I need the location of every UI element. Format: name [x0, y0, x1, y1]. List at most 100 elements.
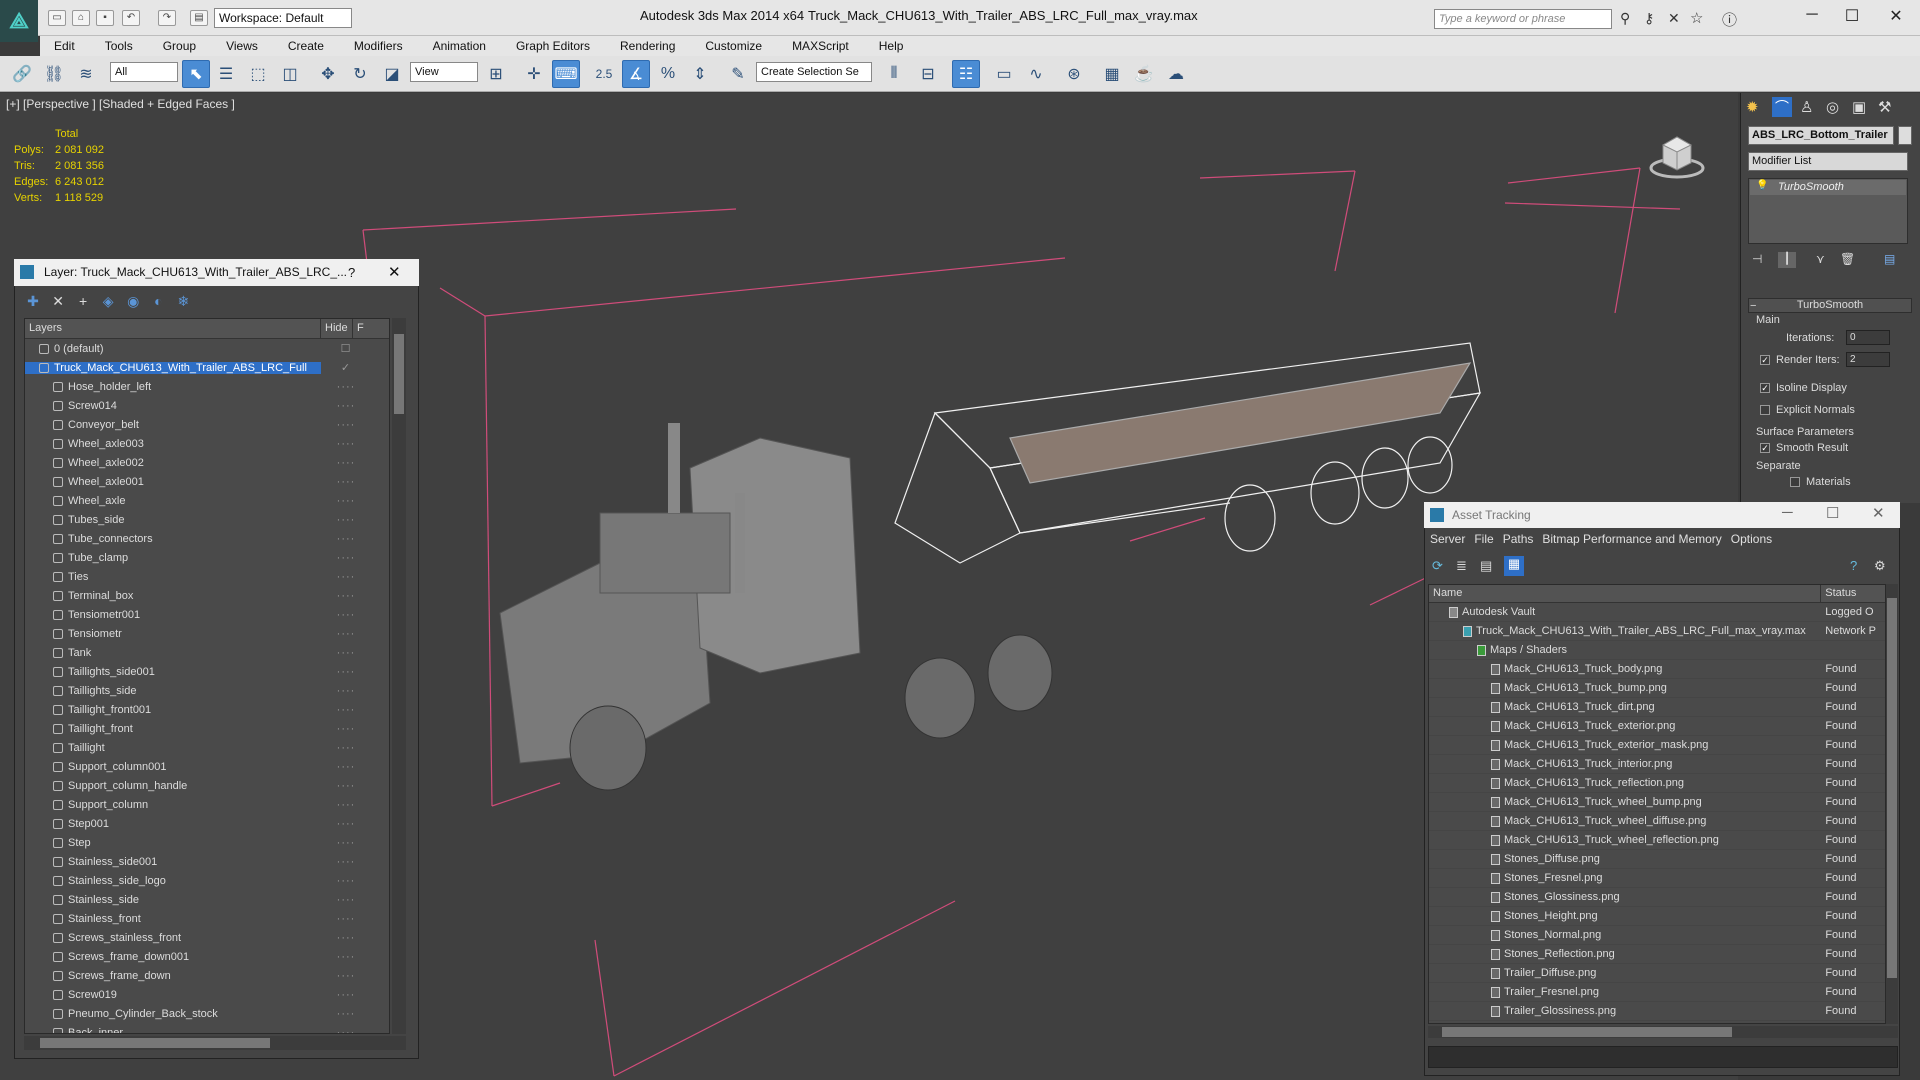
select-manipulate-icon[interactable]: ✛	[520, 60, 548, 88]
rotate-icon[interactable]: ↻	[346, 60, 374, 88]
asset-row[interactable]: Mack_CHU613_Truck_reflection.png Found	[1429, 774, 1885, 793]
rollout-collapse-icon[interactable]: −	[1750, 300, 1756, 312]
asset-menu-paths[interactable]: Paths	[1503, 532, 1543, 550]
layer-row[interactable]: Truck_Mack_CHU613_With_Trailer_ABS_LRC_F…	[25, 358, 389, 377]
selection-filter-select[interactable]: All	[110, 62, 178, 82]
menu-rendering[interactable]: Rendering	[605, 39, 690, 53]
asset-row[interactable]: Truck_Mack_CHU613_With_Trailer_ABS_LRC_F…	[1429, 622, 1885, 641]
snap-toggle-icon[interactable]: 2.5	[590, 60, 618, 88]
asset-row[interactable]: Mack_CHU613_Truck_wheel_bump.png Found	[1429, 793, 1885, 812]
layer-row-name-cell[interactable]: Stainless_front	[25, 913, 321, 925]
layer-row[interactable]: Taillights_side001 ····	[25, 662, 389, 681]
layer-row-name-cell[interactable]: Step	[25, 837, 321, 849]
link-icon[interactable]: 🔗	[8, 60, 36, 88]
asset-row[interactable]: Mack_CHU613_Truck_wheel_diffuse.png Found	[1429, 812, 1885, 831]
layer-row[interactable]: Conveyor_belt ····	[25, 415, 389, 434]
layer-row-name-cell[interactable]: Ties	[25, 571, 321, 583]
asset-menu-options[interactable]: Options	[1731, 532, 1781, 550]
hide-all-layers-icon[interactable]: ◐	[147, 290, 169, 312]
layer-row-name-cell[interactable]: Tank	[25, 647, 321, 659]
layer-row-name-cell[interactable]: Back_inner	[25, 1027, 321, 1033]
layer-row[interactable]: Support_column ····	[25, 795, 389, 814]
layer-hide-toggle[interactable]: ····	[321, 514, 371, 526]
menu-maxscript[interactable]: MAXScript	[777, 39, 864, 53]
open-file-icon[interactable]: ⌂	[72, 10, 90, 26]
list-view-icon[interactable]: ≣	[1456, 558, 1467, 574]
add-to-layer-icon[interactable]: +	[72, 290, 94, 312]
bind-spacewarp-icon[interactable]: ≋	[72, 60, 100, 88]
layer-row[interactable]: Screw014 ····	[25, 396, 389, 415]
layer-row[interactable]: Ties ····	[25, 567, 389, 586]
pin-stack-icon[interactable]: ⊣	[1752, 252, 1762, 266]
layer-row-name-cell[interactable]: Stainless_side_logo	[25, 875, 321, 887]
asset-row[interactable]: Mack_CHU613_Truck_exterior_mask.png Found	[1429, 736, 1885, 755]
asset-row[interactable]: Maps / Shaders	[1429, 641, 1885, 660]
asset-row[interactable]: Mack_CHU613_Truck_exterior.png Found	[1429, 717, 1885, 736]
layer-hide-toggle[interactable]: ····	[321, 609, 371, 621]
layer-row[interactable]: Tensiometr ····	[25, 624, 389, 643]
window-crossing-icon[interactable]: ◫	[276, 60, 304, 88]
layer-hide-toggle[interactable]: ····	[321, 875, 371, 887]
layer-row-name-cell[interactable]: Truck_Mack_CHU613_With_Trailer_ABS_LRC_F…	[25, 361, 321, 374]
layer-row[interactable]: Tube_clamp ····	[25, 548, 389, 567]
layer-hide-toggle[interactable]: ····	[321, 1027, 371, 1034]
menu-edit[interactable]: Edit	[40, 39, 90, 53]
display-tab-icon[interactable]: ▣	[1852, 98, 1866, 116]
asset-row[interactable]: Mack_CHU613_Truck_dirt.png Found	[1429, 698, 1885, 717]
configure-sets-icon[interactable]: ▤	[1884, 252, 1895, 266]
redo-icon[interactable]: ↷	[158, 10, 176, 26]
undo-icon[interactable]: ↶	[122, 10, 140, 26]
remove-modifier-icon[interactable]: 🗑	[1840, 252, 1855, 266]
show-end-result-icon[interactable]: ┃	[1778, 252, 1796, 268]
layer-row[interactable]: Terminal_box ····	[25, 586, 389, 605]
layer-hide-toggle[interactable]: ····	[321, 894, 371, 906]
layer-row[interactable]: Stainless_side001 ····	[25, 852, 389, 871]
layer-row-name-cell[interactable]: Wheel_axle002	[25, 457, 321, 469]
asset-row[interactable]: Stones_Glossiness.png Found	[1429, 888, 1885, 907]
binoculars-icon[interactable]: ⚲	[1620, 10, 1630, 27]
layer-hide-toggle[interactable]: ····	[321, 590, 371, 602]
layer-row[interactable]: Stainless_front ····	[25, 909, 389, 928]
material-editor-icon[interactable]: ▦	[1098, 60, 1126, 88]
layer-hide-toggle[interactable]: ····	[321, 571, 371, 583]
app-logo-icon[interactable]: ⟁	[0, 0, 38, 42]
menu-views[interactable]: Views	[211, 39, 273, 53]
layer-row-name-cell[interactable]: Wheel_axle	[25, 495, 321, 507]
layer-hide-toggle[interactable]: ····	[321, 533, 371, 545]
smooth-result-checkbox[interactable]: ✓	[1760, 443, 1770, 454]
search-input[interactable]: Type a keyword or phrase	[1434, 9, 1612, 29]
col-hide[interactable]: Hide	[321, 319, 353, 338]
object-color-swatch[interactable]	[1898, 126, 1912, 145]
layer-row-name-cell[interactable]: Screws_stainless_front	[25, 932, 321, 944]
asset-menu-bitmap-performance[interactable]: Bitmap Performance and Memory	[1542, 532, 1730, 550]
render-setup-icon[interactable]: ☕	[1130, 60, 1158, 88]
layer-row-name-cell[interactable]: Taillight	[25, 742, 321, 754]
curve-editor-icon[interactable]: ∿	[1022, 60, 1050, 88]
refresh-icon[interactable]: ⟳	[1432, 558, 1443, 574]
asset-menu-server[interactable]: Server	[1430, 532, 1474, 550]
layer-row-name-cell[interactable]: Screws_frame_down001	[25, 951, 321, 963]
layer-row[interactable]: Screw019 ····	[25, 985, 389, 1004]
select-object-icon[interactable]: ⬉	[182, 60, 210, 88]
layer-hide-toggle[interactable]: ····	[321, 476, 371, 488]
materials-checkbox[interactable]	[1790, 477, 1800, 488]
angle-snap-icon[interactable]: ∡	[622, 60, 650, 88]
layer-hide-toggle[interactable]: ····	[321, 799, 371, 811]
delete-layer-icon[interactable]: ✕	[47, 291, 69, 313]
named-selection-set-select[interactable]: Create Selection Se	[756, 62, 872, 82]
layer-row[interactable]: Screws_stainless_front ····	[25, 928, 389, 947]
layer-hide-toggle[interactable]: ····	[321, 856, 371, 868]
layer-row-name-cell[interactable]: Stainless_side	[25, 894, 321, 906]
layer-row[interactable]: Support_column001 ····	[25, 757, 389, 776]
layer-row-name-cell[interactable]: Taillight_front	[25, 723, 321, 735]
tools-icon[interactable]: ✕	[1668, 10, 1680, 27]
layer-manager-icon[interactable]: ☷	[952, 60, 980, 88]
layer-row[interactable]: Support_column_handle ····	[25, 776, 389, 795]
table-view-icon[interactable]: ▦	[1504, 556, 1524, 576]
layer-row-name-cell[interactable]: Stainless_side001	[25, 856, 321, 868]
layer-row[interactable]: Tensiometr001 ····	[25, 605, 389, 624]
col-status[interactable]: Status	[1821, 585, 1885, 602]
layer-row-name-cell[interactable]: Tensiometr	[25, 628, 321, 640]
hierarchy-tab-icon[interactable]: ♙	[1800, 98, 1813, 116]
layer-row-name-cell[interactable]: Taillight_front001	[25, 704, 321, 716]
